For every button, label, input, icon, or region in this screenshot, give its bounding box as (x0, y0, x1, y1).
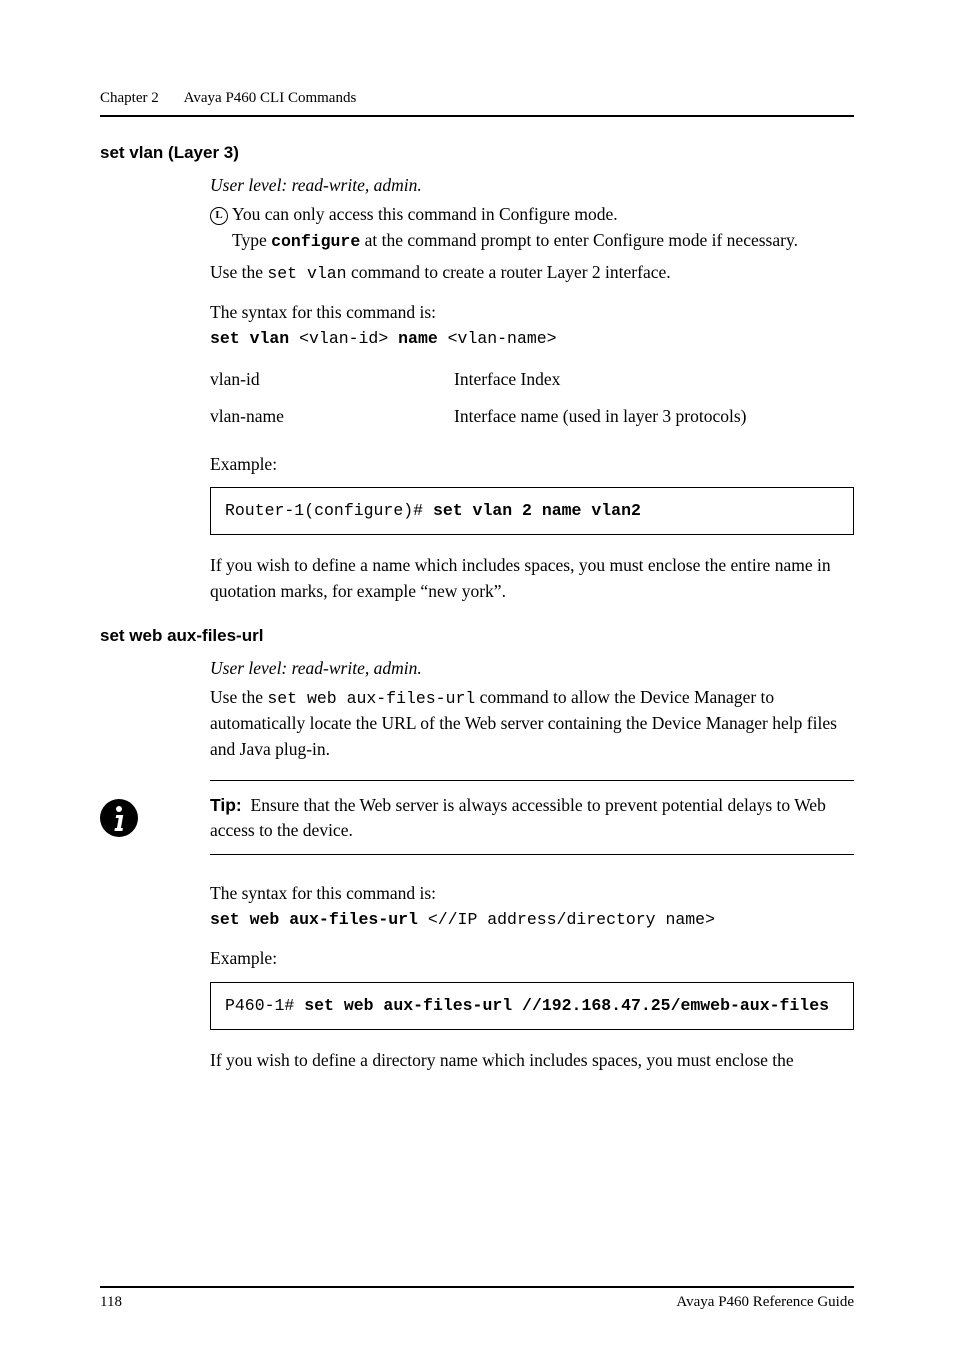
code-example: Router-1(configure)# set vlan 2 name vla… (210, 487, 854, 535)
book-title: Avaya P460 Reference Guide (676, 1294, 854, 1311)
chapter-title: Avaya P460 CLI Commands (184, 90, 357, 106)
tip-text: Tip: Ensure that the Web server is alway… (210, 793, 854, 844)
configure-note: You can only access this command in Conf… (232, 202, 798, 253)
example-label: Example: (210, 452, 854, 477)
section-heading-set-web: set web aux-files-url (100, 626, 854, 646)
page-footer: 118 Avaya P460 Reference Guide (100, 1286, 854, 1311)
table-row: vlan-id Interface Index (210, 361, 771, 398)
code-example: P460-1# set web aux-files-url //192.168.… (210, 982, 854, 1030)
example-label: Example: (210, 946, 854, 971)
tip-rule-top (210, 780, 854, 781)
syntax-line: set web aux-files-url <//IP address/dire… (210, 906, 854, 932)
section-heading-set-vlan: set vlan (Layer 3) (100, 143, 854, 163)
tip-rule-bottom (210, 854, 854, 855)
user-level: User level: read-write, admin. (210, 173, 854, 198)
use-sentence: Use the set web aux-files-url command to… (210, 685, 854, 762)
table-row: vlan-name Interface name (used in layer … (210, 398, 771, 435)
syntax-label: The syntax for this command is: (210, 300, 854, 325)
syntax-line: set vlan <vlan-id> name <vlan-name> (210, 325, 854, 351)
user-level: User level: read-write, admin. (210, 656, 854, 681)
use-sentence: Use the set vlan command to create a rou… (210, 260, 854, 286)
trailer-note: If you wish to define a directory name w… (210, 1048, 854, 1073)
parameter-table: vlan-id Interface Index vlan-name Interf… (210, 361, 771, 436)
tip-icon (100, 799, 138, 837)
trailer-note: If you wish to define a name which inclu… (210, 553, 854, 604)
running-head: Chapter 2 Avaya P460 CLI Commands (100, 90, 854, 107)
chapter-label: Chapter 2 (100, 90, 159, 106)
info-icon: L (210, 202, 232, 253)
syntax-label: The syntax for this command is: (210, 881, 854, 906)
header-rule (100, 115, 854, 117)
page-number: 118 (100, 1294, 122, 1311)
